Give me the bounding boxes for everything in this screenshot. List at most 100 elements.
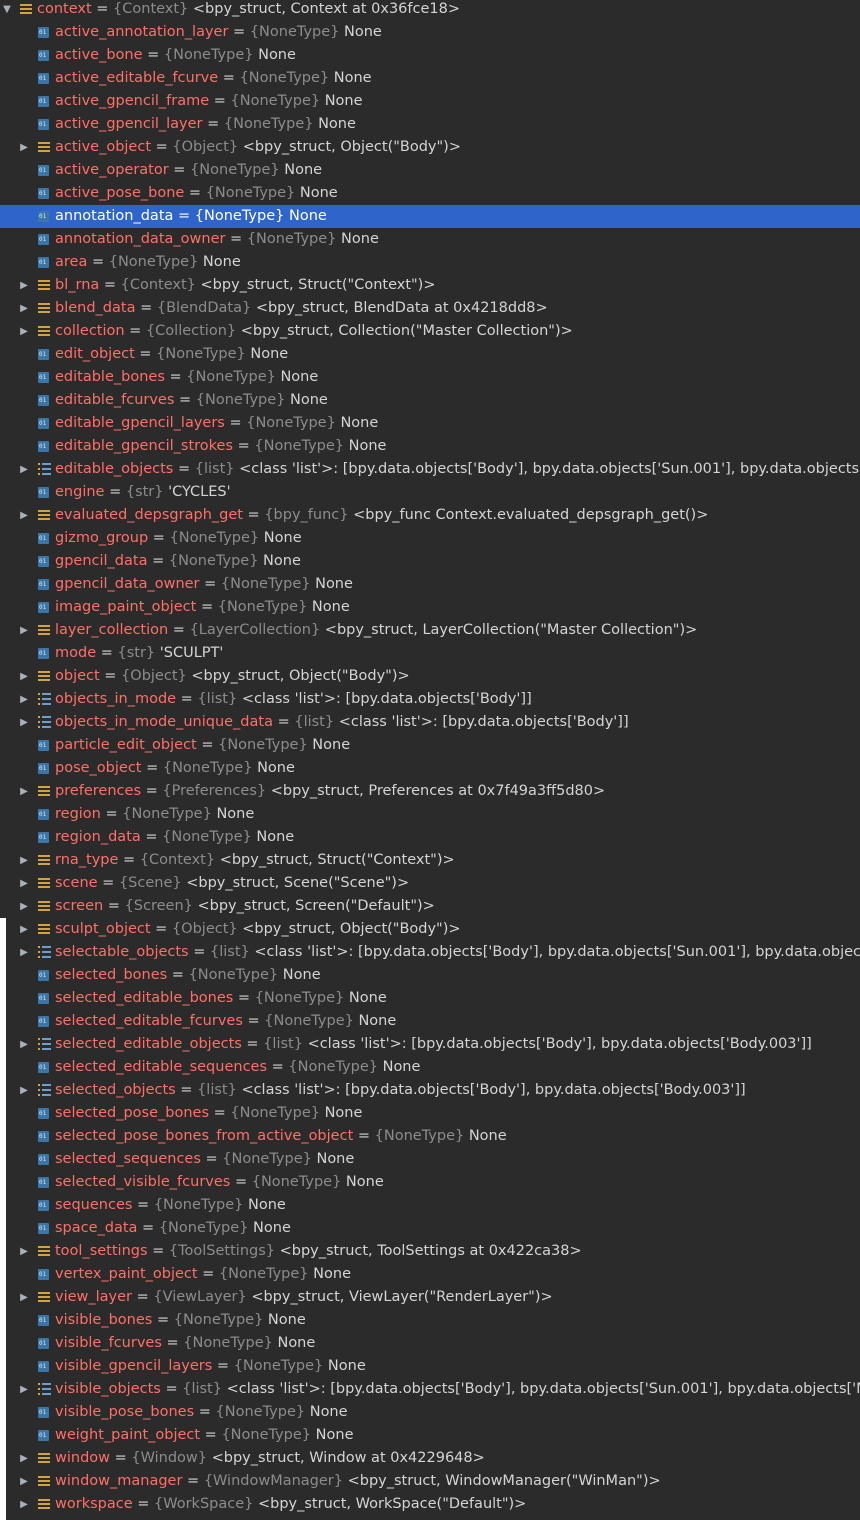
collapse-arrow-icon[interactable]: ▼ [2,0,12,21]
expand-arrow-icon[interactable]: ▶ [19,1470,29,1493]
tree-row-visible-bones[interactable]: visible_bones = {NoneType} None [0,1309,860,1332]
expand-arrow-icon[interactable]: ▶ [19,320,29,343]
tree-row-editable-fcurves[interactable]: editable_fcurves = {NoneType} None [0,389,860,412]
variable-icon [38,441,49,452]
tree-row-active-gpencil-layer[interactable]: active_gpencil_layer = {NoneType} None [0,113,860,136]
equals-sign: = [182,1473,204,1489]
tree-row-selected-editable-objects[interactable]: ▶ selected_editable_objects = {list} <cla… [0,1033,860,1056]
expand-arrow-icon[interactable]: ▶ [19,1493,29,1516]
tree-row-preferences[interactable]: ▶ preferences = {Preferences} <bpy_struct… [0,780,860,803]
tree-row-weight-paint-object[interactable]: weight_paint_object = {NoneType} None [0,1424,860,1447]
expand-arrow-icon[interactable]: ▶ [19,941,29,964]
tree-row-visible-pose-bones[interactable]: visible_pose_bones = {NoneType} None [0,1401,860,1424]
tree-row-annotation-data-owner[interactable]: annotation_data_owner = {NoneType} None [0,228,860,251]
tree-row-screen[interactable]: ▶ screen = {Screen} <bpy_struct, Screen("… [0,895,860,918]
tree-row-objects-in-mode-unique-data[interactable]: ▶ objects_in_mode_unique_data = {list} <c… [0,711,860,734]
tree-row-editable-objects[interactable]: ▶ editable_objects = {list} <class 'list'… [0,458,860,481]
expand-arrow-icon[interactable]: ▶ [19,1378,29,1401]
tree-row-workspace[interactable]: ▶ workspace = {WorkSpace} <bpy_struct, Wo… [0,1493,860,1516]
tree-row-region[interactable]: region = {NoneType} None [0,803,860,826]
tree-row-evaluated-depsgraph-get[interactable]: ▶ evaluated_depsgraph_get = {bpy_func} <b… [0,504,860,527]
tree-row-space-data[interactable]: space_data = {NoneType} None [0,1217,860,1240]
tree-row-selected-pose-bones-from-active-object[interactable]: selected_pose_bones_from_active_object =… [0,1125,860,1148]
tree-row-scene[interactable]: ▶ scene = {Scene} <bpy_struct, Scene("Sce… [0,872,860,895]
expand-arrow-icon[interactable]: ▶ [19,665,29,688]
expand-arrow-icon[interactable]: ▶ [19,136,29,159]
expand-arrow-icon[interactable]: ▶ [19,918,29,941]
tree-row-active-gpencil-frame[interactable]: active_gpencil_frame = {NoneType} None [0,90,860,113]
tree-row-layer-collection[interactable]: ▶ layer_collection = {LayerCollection} <b… [0,619,860,642]
tree-row-active-bone[interactable]: active_bone = {NoneType} None [0,44,860,67]
variable-value: None [257,760,295,776]
expand-arrow-icon[interactable]: ▶ [19,872,29,895]
tree-row-objects-in-mode[interactable]: ▶ objects_in_mode = {list} <class 'list'>… [0,688,860,711]
tree-row-collection[interactable]: ▶ collection = {Collection} <bpy_struct, … [0,320,860,343]
tree-row-gizmo-group[interactable]: gizmo_group = {NoneType} None [0,527,860,550]
variable-icon [38,27,49,38]
list-icon [38,1084,51,1096]
tree-row-visible-fcurves[interactable]: visible_fcurves = {NoneType} None [0,1332,860,1355]
expand-arrow-icon[interactable]: ▶ [19,619,29,642]
expand-arrow-icon[interactable]: ▶ [19,274,29,297]
tree-row-region-data[interactable]: region_data = {NoneType} None [0,826,860,849]
tree-row-selected-visible-fcurves[interactable]: selected_visible_fcurves = {NoneType} No… [0,1171,860,1194]
tree-row-particle-edit-object[interactable]: particle_edit_object = {NoneType} None [0,734,860,757]
tree-row-active-operator[interactable]: active_operator = {NoneType} None [0,159,860,182]
tree-row-engine[interactable]: engine = {str} 'CYCLES' [0,481,860,504]
expand-arrow-icon[interactable]: ▶ [19,297,29,320]
expand-arrow-icon[interactable]: ▶ [19,1286,29,1309]
tree-row-selected-sequences[interactable]: selected_sequences = {NoneType} None [0,1148,860,1171]
tree-row-editable-gpencil-strokes[interactable]: editable_gpencil_strokes = {NoneType} No… [0,435,860,458]
tree-row-active-object[interactable]: ▶ active_object = {Object} <bpy_struct, O… [0,136,860,159]
tree-row-visible-objects[interactable]: ▶ visible_objects = {list} <class 'list'>… [0,1378,860,1401]
tree-row-active-pose-bone[interactable]: active_pose_bone = {NoneType} None [0,182,860,205]
expand-arrow-icon[interactable]: ▶ [19,1447,29,1470]
tree-row-editable-gpencil-layers[interactable]: editable_gpencil_layers = {NoneType} Non… [0,412,860,435]
tree-row-annotation-data[interactable]: annotation_data = {NoneType} None [0,205,860,228]
tree-row-selected-editable-bones[interactable]: selected_editable_bones = {NoneType} Non… [0,987,860,1010]
tree-row-window-manager[interactable]: ▶ window_manager = {WindowManager} <bpy_s… [0,1470,860,1493]
tree-row-object[interactable]: ▶ object = {Object} <bpy_struct, Object("… [0,665,860,688]
expand-arrow-icon[interactable]: ▶ [19,849,29,872]
tree-row-edit-object[interactable]: edit_object = {NoneType} None [0,343,860,366]
tree-row-sculpt-object[interactable]: ▶ sculpt_object = {Object} <bpy_struct, O… [0,918,860,941]
tree-row-gpencil-data[interactable]: gpencil_data = {NoneType} None [0,550,860,573]
tree-row-sequences[interactable]: sequences = {NoneType} None [0,1194,860,1217]
tree-row-selectable-objects[interactable]: ▶ selectable_objects = {list} <class 'lis… [0,941,860,964]
expand-arrow-icon[interactable]: ▶ [19,780,29,803]
variable-icon [38,1407,49,1418]
tree-row-active-editable-fcurve[interactable]: active_editable_fcurve = {NoneType} None [0,67,860,90]
tree-row-selected-editable-fcurves[interactable]: selected_editable_fcurves = {NoneType} N… [0,1010,860,1033]
expand-arrow-icon[interactable]: ▶ [19,1079,29,1102]
tree-row-active-annotation-layer[interactable]: active_annotation_layer = {NoneType} Non… [0,21,860,44]
tree-row-bl-rna[interactable]: ▶ bl_rna = {Context} <bpy_struct, Struct(… [0,274,860,297]
tree-row-selected-editable-sequences[interactable]: selected_editable_sequences = {NoneType}… [0,1056,860,1079]
tree-row-rna-type[interactable]: ▶ rna_type = {Context} <bpy_struct, Struc… [0,849,860,872]
tree-row-blend-data[interactable]: ▶ blend_data = {BlendData} <bpy_struct, B… [0,297,860,320]
expand-arrow-icon[interactable]: ▶ [19,1240,29,1263]
tree-row-area[interactable]: area = {NoneType} None [0,251,860,274]
expand-arrow-icon[interactable]: ▶ [19,688,29,711]
variable-type: {NoneType} [221,1427,312,1443]
tree-row-view-layer[interactable]: ▶ view_layer = {ViewLayer} <bpy_struct, V… [0,1286,860,1309]
tree-row-vertex-paint-object[interactable]: vertex_paint_object = {NoneType} None [0,1263,860,1286]
tree-row-window[interactable]: ▶ window = {Window} <bpy_struct, Window a… [0,1447,860,1470]
tree-row-mode[interactable]: mode = {str} 'SCULPT' [0,642,860,665]
equals-sign: = [174,392,196,408]
tree-row-selected-objects[interactable]: ▶ selected_objects = {list} <class 'list'… [0,1079,860,1102]
expand-arrow-icon[interactable]: ▶ [19,895,29,918]
tree-row-visible-gpencil-layers[interactable]: visible_gpencil_layers = {NoneType} None [0,1355,860,1378]
tree-row-gpencil-data-owner[interactable]: gpencil_data_owner = {NoneType} None [0,573,860,596]
expand-arrow-icon[interactable]: ▶ [19,458,29,481]
tree-row-selected-pose-bones[interactable]: selected_pose_bones = {NoneType} None [0,1102,860,1125]
expand-arrow-icon[interactable]: ▶ [19,711,29,734]
tree-root-row[interactable]: ▼ context = {Context} <bpy_struct, Conte… [0,0,860,21]
expand-arrow-icon[interactable]: ▶ [19,1033,29,1056]
tree-row-editable-bones[interactable]: editable_bones = {NoneType} None [0,366,860,389]
tree-row-tool-settings[interactable]: ▶ tool_settings = {ToolSettings} <bpy_str… [0,1240,860,1263]
expand-arrow-icon[interactable]: ▶ [19,504,29,527]
variable-name: sculpt_object [55,921,151,937]
tree-row-pose-object[interactable]: pose_object = {NoneType} None [0,757,860,780]
tree-row-selected-bones[interactable]: selected_bones = {NoneType} None [0,964,860,987]
tree-row-image-paint-object[interactable]: image_paint_object = {NoneType} None [0,596,860,619]
